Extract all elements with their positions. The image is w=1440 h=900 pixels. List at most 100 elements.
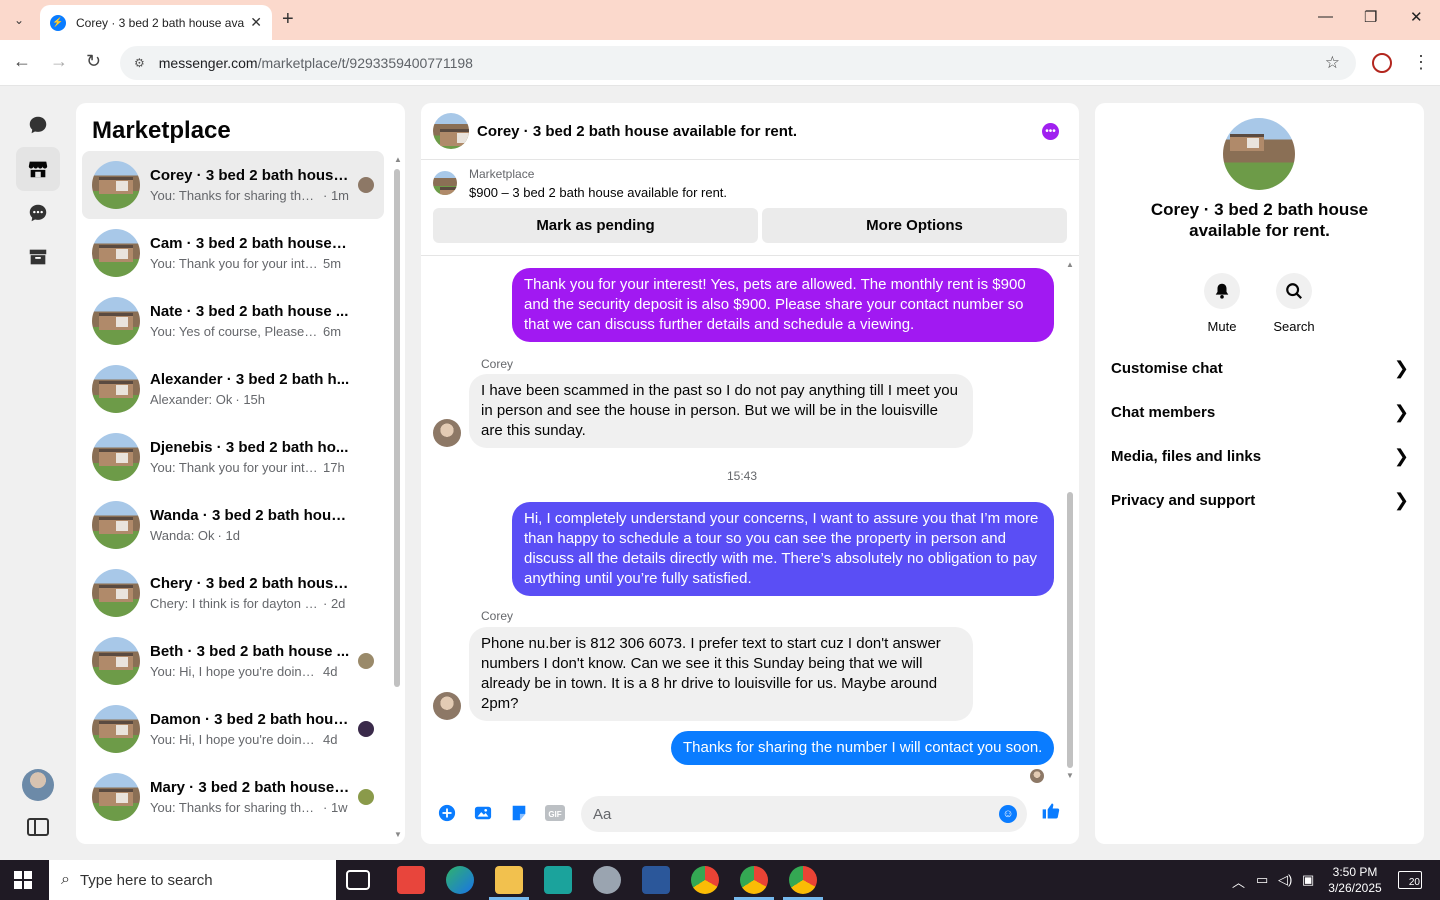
volume-icon[interactable]: ◁) — [1278, 872, 1292, 888]
taskbar-clock[interactable]: 3:50 PM 3/26/2025 — [1320, 864, 1390, 896]
search-button[interactable]: Search — [1259, 273, 1329, 334]
conversation-item[interactable]: Corey · 3 bed 2 bath house... You: Thanks… — [82, 151, 384, 219]
tab-search-chevron-icon[interactable]: ⌄ — [6, 7, 32, 33]
thumbs-up-icon[interactable] — [1041, 801, 1061, 821]
battery-icon[interactable]: ▭ — [1256, 872, 1268, 888]
network-icon[interactable]: ▣ — [1302, 872, 1314, 888]
more-options-button[interactable]: More Options — [762, 208, 1067, 243]
chrome-active-icon[interactable] — [789, 866, 817, 894]
conversation-info-icon[interactable]: ••• — [1042, 123, 1059, 140]
conversation-item[interactable]: Chery · 3 bed 2 bath house... Chery: I th… — [82, 559, 384, 627]
conversation-item[interactable]: Nate · 3 bed 2 bath house ... You: Yes of… — [82, 287, 384, 355]
conversation-avatar — [92, 229, 140, 277]
chevron-right-icon: ❯ — [1393, 401, 1409, 422]
conversation-time: · 1m — [323, 188, 349, 203]
word-icon[interactable] — [642, 866, 670, 894]
conversation-avatar — [92, 637, 140, 685]
sticker-icon[interactable] — [509, 803, 529, 823]
outgoing-message[interactable]: Hi, I completely understand your concern… — [512, 502, 1054, 596]
app-red-icon[interactable] — [397, 866, 425, 894]
chevron-right-icon: ❯ — [1393, 357, 1409, 378]
message-thread: Thank you for your interest! Yes, pets a… — [421, 256, 1079, 783]
message-timestamp: 15:43 — [726, 469, 758, 483]
mute-button[interactable]: Mute — [1187, 273, 1257, 334]
more-actions-plus-icon[interactable] — [437, 803, 457, 823]
chevron-right-icon: ❯ — [1393, 445, 1409, 466]
close-window-icon[interactable]: ✕ — [1410, 8, 1423, 26]
minimize-window-icon[interactable]: — — [1318, 8, 1333, 25]
chat-title[interactable]: Corey · 3 bed 2 bath house available for… — [477, 123, 797, 140]
show-hidden-icons-icon[interactable]: ︿ — [1232, 872, 1245, 891]
profile-icon[interactable] — [1372, 53, 1392, 73]
edge-browser-icon[interactable] — [446, 866, 474, 894]
scroll-down-icon[interactable]: ▼ — [1066, 771, 1074, 780]
address-bar[interactable]: ⚙ messenger.com/marketplace/t/9293359400… — [120, 46, 1356, 80]
chat-members-row[interactable]: Chat members ❯ — [1111, 397, 1409, 427]
notifications-icon[interactable]: 20 — [1398, 871, 1422, 889]
conversation-item[interactable]: Damon · 3 bed 2 bath hous... You: Hi, I h… — [82, 695, 384, 763]
chats-icon[interactable] — [16, 103, 60, 147]
archive-icon[interactable] — [16, 235, 60, 279]
scroll-up-icon[interactable]: ▲ — [394, 155, 402, 164]
sender-avatar[interactable] — [433, 692, 461, 720]
info-avatar[interactable] — [1223, 118, 1295, 190]
conversation-scrollbar[interactable] — [394, 169, 400, 687]
task-view-icon[interactable] — [346, 870, 370, 890]
windows-start-icon[interactable] — [14, 871, 32, 889]
chat-scrollbar[interactable] — [1067, 492, 1073, 768]
file-explorer-icon[interactable] — [495, 866, 523, 894]
scroll-down-icon[interactable]: ▼ — [394, 830, 402, 839]
reload-icon[interactable]: ↻ — [86, 51, 101, 72]
message-input[interactable] — [581, 796, 1027, 832]
media-files-links-row[interactable]: Media, files and links ❯ — [1111, 441, 1409, 471]
chrome-icon[interactable] — [691, 866, 719, 894]
forward-arrow-icon[interactable]: → — [50, 51, 68, 72]
url-path: /marketplace/t/9293359400771198 — [257, 55, 473, 71]
toggle-sidebar-icon[interactable] — [27, 818, 49, 836]
mark-as-pending-button[interactable]: Mark as pending — [433, 208, 758, 243]
back-arrow-icon[interactable]: ← — [13, 51, 31, 72]
sender-avatar[interactable] — [433, 419, 461, 447]
user-avatar[interactable] — [22, 769, 54, 801]
clock-date: 3/26/2025 — [1328, 881, 1382, 895]
new-tab-icon[interactable]: + — [282, 8, 294, 31]
outgoing-message[interactable]: Thanks for sharing the number I will con… — [671, 731, 1054, 765]
conversation-item[interactable]: Mary · 3 bed 2 bath house ... You: Thanks… — [82, 763, 384, 831]
emoji-picker-icon[interactable]: ☺ — [999, 805, 1017, 823]
app-teal-icon[interactable] — [544, 866, 572, 894]
site-info-icon[interactable]: ⚙ — [134, 56, 145, 70]
message-requests-icon[interactable] — [16, 191, 60, 235]
scroll-up-icon[interactable]: ▲ — [1066, 260, 1074, 269]
app-gray-icon[interactable] — [593, 866, 621, 894]
marketplace-icon[interactable] — [16, 147, 60, 191]
mute-label: Mute — [1207, 319, 1237, 334]
privacy-support-row[interactable]: Privacy and support ❯ — [1111, 485, 1409, 515]
conversation-item[interactable]: Djenebis · 3 bed 2 bath ho... You: Thank … — [82, 423, 384, 491]
conversation-avatar — [92, 773, 140, 821]
attach-image-icon[interactable] — [473, 803, 493, 823]
tab-close-icon[interactable]: ✕ — [250, 14, 262, 31]
chrome-profile-icon[interactable] — [740, 866, 768, 894]
seen-avatar — [358, 653, 374, 669]
chevron-right-icon: ❯ — [1393, 489, 1409, 510]
conversation-item[interactable]: Wanda · 3 bed 2 bath hous... Wanda: Ok · 1… — [82, 491, 384, 559]
conversation-item[interactable]: Alexander · 3 bed 2 bath h... Alexander: … — [82, 355, 384, 423]
conversation-item[interactable]: Beth · 3 bed 2 bath house ... You: Hi, I … — [82, 627, 384, 695]
maximize-window-icon[interactable]: ❐ — [1364, 8, 1377, 26]
conversation-text: Cam · 3 bed 2 bath house a... You: Thank … — [150, 235, 350, 271]
listing-title[interactable]: $900 – 3 bed 2 bath house available for … — [469, 185, 727, 200]
browser-tab-active[interactable]: ⚡ Corey · 3 bed 2 bath house ava ✕ — [40, 5, 272, 40]
panel-title: Marketplace — [92, 117, 231, 144]
taskbar-search-box[interactable]: ⌕ Type here to search — [49, 860, 336, 900]
notification-count: 20 — [1408, 877, 1420, 888]
conversation-item[interactable]: Cam · 3 bed 2 bath house a... You: Thank … — [82, 219, 384, 287]
customise-chat-row[interactable]: Customise chat ❯ — [1111, 353, 1409, 383]
browser-menu-icon[interactable]: ⋮ — [1412, 52, 1430, 73]
bookmark-star-icon[interactable]: ☆ — [1325, 53, 1340, 73]
incoming-message[interactable]: I have been scammed in the past so I do … — [469, 374, 973, 448]
outgoing-message[interactable]: Thank you for your interest! Yes, pets a… — [512, 268, 1054, 342]
incoming-message[interactable]: Phone nu.ber is 812 306 6073. I prefer t… — [469, 627, 973, 721]
listing-thumbnail[interactable] — [433, 171, 457, 195]
chat-avatar[interactable] — [433, 113, 469, 149]
gif-icon[interactable]: GIF — [545, 803, 565, 823]
